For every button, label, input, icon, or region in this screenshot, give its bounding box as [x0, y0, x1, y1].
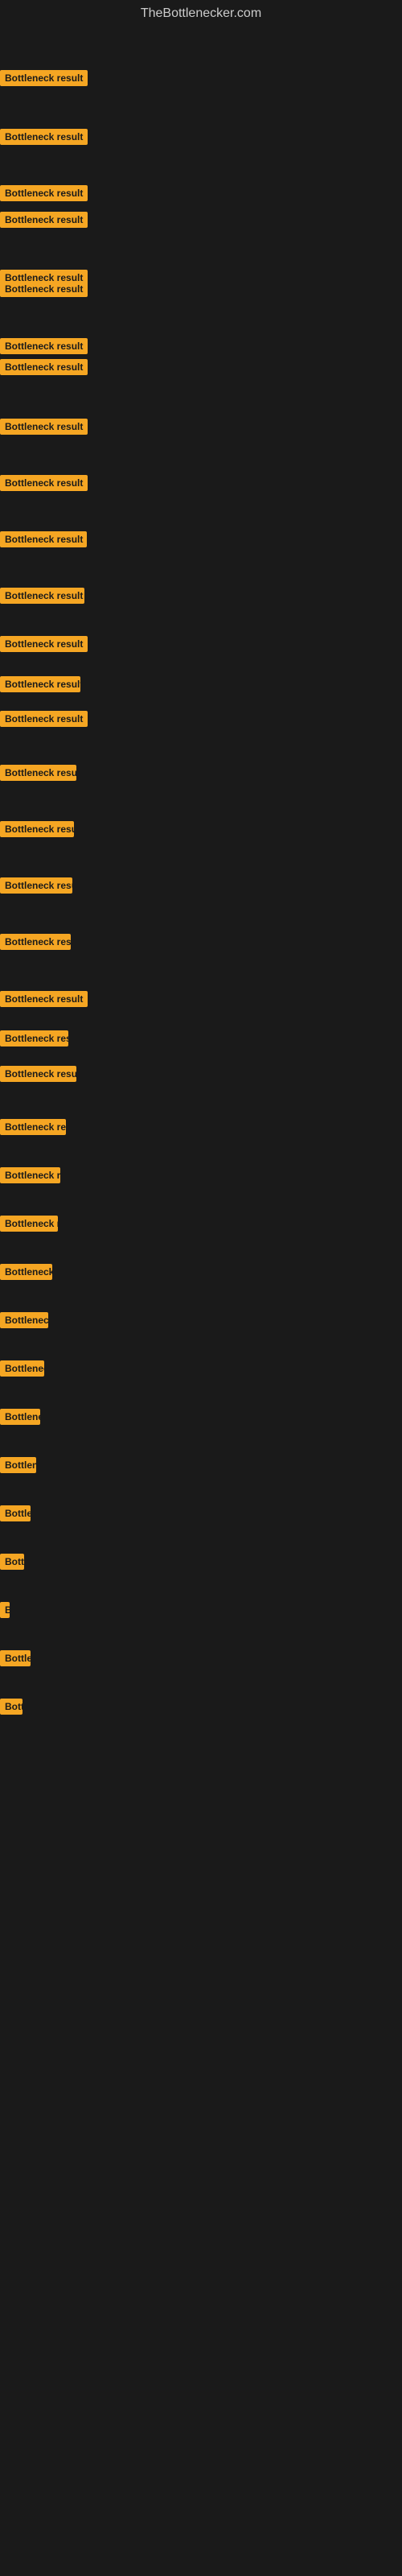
bottleneck-item[interactable]: Bottleneck result	[0, 1554, 24, 1574]
bottleneck-item[interactable]: Bottleneck result	[0, 1264, 52, 1284]
bottleneck-badge: Bottleneck result	[0, 212, 88, 228]
bottleneck-badge: Bottleneck result	[0, 991, 88, 1007]
bottleneck-item[interactable]: Bottleneck result	[0, 1457, 36, 1477]
bottleneck-badge: Bottleneck result	[0, 821, 74, 837]
bottleneck-item[interactable]: Bottleneck result	[0, 212, 88, 232]
bottleneck-item[interactable]: Bottleneck result	[0, 821, 74, 841]
bottleneck-badge: Bottleneck result	[0, 934, 71, 950]
bottleneck-item[interactable]: Bottleneck result	[0, 1650, 31, 1670]
bottleneck-badge: Bottleneck result	[0, 1312, 48, 1328]
bottleneck-item[interactable]: Bottleneck result	[0, 1409, 40, 1429]
bottleneck-item[interactable]: Bottleneck result	[0, 70, 88, 90]
bottleneck-badge: Bottleneck result	[0, 765, 76, 781]
bottleneck-badge: Bottleneck result	[0, 70, 88, 86]
bottleneck-badge: Bottleneck result	[0, 877, 72, 894]
bottleneck-item[interactable]: Bottleneck result	[0, 1030, 68, 1051]
bottleneck-item[interactable]: Bottleneck result	[0, 1167, 60, 1187]
bottleneck-item[interactable]: Bottleneck result	[0, 338, 88, 358]
bottleneck-item[interactable]: Bottleneck result	[0, 1066, 76, 1086]
bottleneck-badge: Bottleneck result	[0, 711, 88, 727]
bottleneck-item[interactable]: Bottleneck result	[0, 676, 80, 696]
bottleneck-item[interactable]: Bottleneck result	[0, 475, 88, 495]
site-title: TheBottlenecker.com	[0, 0, 402, 24]
bottleneck-badge: Bottleneck result	[0, 475, 88, 491]
bottleneck-item[interactable]: Bottleneck result	[0, 934, 71, 954]
bottleneck-badge: Bottleneck result	[0, 1167, 60, 1183]
bottleneck-item[interactable]: Bottleneck result	[0, 1312, 48, 1332]
bottleneck-badge: Bottleneck result	[0, 1066, 76, 1082]
bottleneck-badge: Bottleneck result	[0, 1457, 36, 1473]
bottleneck-badge: Bottleneck result	[0, 281, 88, 297]
bottleneck-badge: Bottleneck result	[0, 1650, 31, 1666]
bottleneck-item[interactable]: Bottleneck result	[0, 129, 88, 149]
bottleneck-item[interactable]: B	[0, 1602, 10, 1622]
bottleneck-badge: Bottleneck result	[0, 1505, 31, 1521]
bottleneck-badge: Bottleneck result	[0, 419, 88, 435]
bottleneck-badge: Bottleneck result	[0, 588, 84, 604]
bottleneck-badge: Bottleneck result	[0, 1360, 44, 1377]
bottleneck-item[interactable]: Bottleneck result	[0, 588, 84, 608]
bottleneck-badge: Bott	[0, 1699, 23, 1715]
bottleneck-item[interactable]: Bottleneck result	[0, 877, 72, 898]
bottleneck-item[interactable]: Bottleneck result	[0, 1119, 66, 1139]
bottleneck-item[interactable]: Bottleneck result	[0, 1360, 44, 1381]
bottleneck-item[interactable]: Bottleneck result	[0, 636, 88, 656]
bottleneck-badge: Bottleneck result	[0, 676, 80, 692]
bottleneck-badge: Bottleneck result	[0, 1030, 68, 1046]
bottleneck-badge: Bottleneck result	[0, 359, 88, 375]
bottleneck-item[interactable]: Bottleneck result	[0, 531, 87, 551]
bottleneck-item[interactable]: Bottleneck result	[0, 359, 88, 379]
bottleneck-badge: Bottleneck result	[0, 185, 88, 201]
bottleneck-item[interactable]: Bottleneck result	[0, 185, 88, 205]
bottleneck-item[interactable]: Bott	[0, 1699, 23, 1719]
bottleneck-badge: B	[0, 1602, 10, 1618]
bottleneck-badge: Bottleneck result	[0, 1264, 52, 1280]
bottleneck-badge: Bottleneck result	[0, 1216, 58, 1232]
bottleneck-badge: Bottleneck result	[0, 1119, 66, 1135]
bottleneck-badge: Bottleneck result	[0, 1554, 24, 1570]
bottleneck-item[interactable]: Bottleneck result	[0, 991, 88, 1011]
bottleneck-item[interactable]: Bottleneck result	[0, 419, 88, 439]
bottleneck-badge: Bottleneck result	[0, 531, 87, 547]
bottleneck-badge: Bottleneck result	[0, 129, 88, 145]
bottleneck-item[interactable]: Bottleneck result	[0, 711, 88, 731]
bottleneck-badge: Bottleneck result	[0, 1409, 40, 1425]
bottleneck-item[interactable]: Bottleneck result	[0, 1505, 31, 1525]
bottleneck-item[interactable]: Bottleneck result	[0, 1216, 58, 1236]
bottleneck-item[interactable]: Bottleneck result	[0, 765, 76, 785]
bottleneck-item[interactable]: Bottleneck result	[0, 281, 88, 301]
bottleneck-badge: Bottleneck result	[0, 338, 88, 354]
bottleneck-badge: Bottleneck result	[0, 636, 88, 652]
